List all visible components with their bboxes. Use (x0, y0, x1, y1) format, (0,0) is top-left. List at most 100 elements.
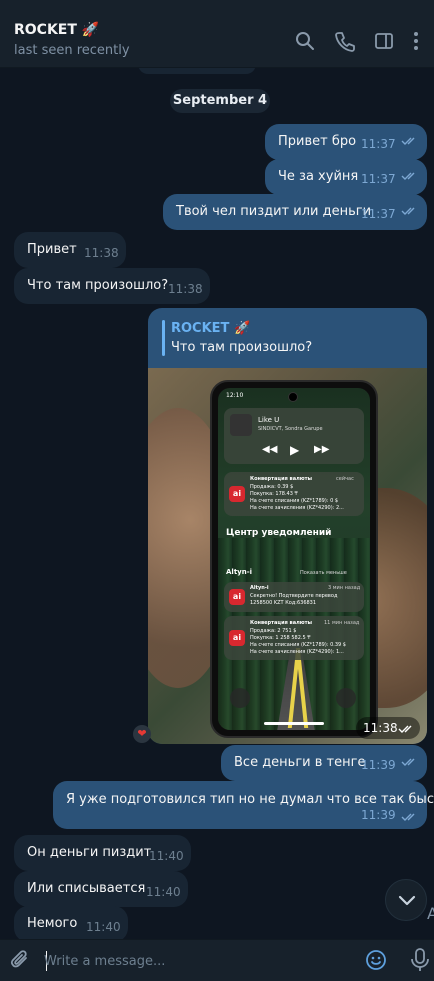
notification-time: сейчас (336, 476, 354, 482)
reply-indicator (162, 320, 165, 356)
message-bubble[interactable]: Че за хуйня 11:37 (265, 159, 427, 195)
message-list[interactable]: September 4 Привет бро 11:37 Че за хуйня… (0, 68, 434, 939)
message-bubble[interactable]: Что там произошло? 11:38 (14, 268, 210, 304)
home-indicator (264, 722, 324, 725)
message-text: Привет бро (278, 134, 357, 149)
message-time: 11:37 (361, 172, 396, 186)
message-bubble[interactable]: Или списывается 11:40 (14, 871, 188, 907)
message-time: 11:37 (361, 207, 396, 221)
message-bubble[interactable]: Привет бро 11:37 (265, 124, 427, 160)
message-input[interactable] (44, 946, 344, 976)
reply-quote[interactable]: Что там произошло? (171, 340, 312, 355)
notification-time: 3 мин назад (328, 585, 361, 591)
message-bubble[interactable]: Привет 11:38 (14, 232, 126, 268)
message-text: Что там произошло? (27, 278, 169, 293)
search-icon[interactable] (294, 30, 316, 52)
notification-line: Покупка: 178.43 ₸ (250, 491, 298, 497)
message-time: 11:39 (361, 808, 396, 822)
notification-card: ai Конвертация валюты 11 мин назад Прода… (224, 616, 364, 660)
app-logo: ai (229, 486, 245, 502)
notification-line: На счете списания (KZ*1789): 0.39 $ (250, 642, 346, 648)
notification-card: ai Конвертация валюты сейчас Продажа: 0.… (224, 472, 364, 516)
message-text: Я уже подготовился тип но не думал что в… (66, 792, 434, 807)
notification-title: Конвертация валюты (250, 620, 313, 626)
message-time: 11:38 (84, 246, 119, 260)
flashlight-icon (230, 688, 250, 708)
paperclip-icon[interactable] (10, 949, 32, 971)
double-check-icon (401, 136, 421, 146)
photo-phone-screen: 12:10 Like U SINDICVT, Sondra Garupe ◀◀ … (218, 388, 370, 730)
message-text: Че за хуйня (278, 169, 359, 184)
previous-message-partial (138, 68, 256, 74)
message-text: Или списывается (27, 881, 146, 896)
message-time: 11:40 (86, 920, 121, 934)
double-check-icon (401, 171, 421, 181)
reply-author[interactable]: ROCKET 🚀 (171, 321, 250, 336)
message-time: 11:40 (149, 849, 184, 863)
heart-reaction[interactable]: ❤ (133, 725, 151, 743)
message-text: Твой чел пиздит или деньги (176, 204, 372, 219)
show-less-button: Показать меньше (300, 570, 347, 576)
notification-line: Продажа: 2 751 $ (250, 628, 297, 634)
notification-time: 11 мин назад (324, 620, 360, 626)
message-text: Он деньги пиздит (27, 845, 152, 860)
more-vertical-icon[interactable] (410, 30, 422, 52)
chevron-down-icon (398, 895, 416, 906)
double-check-icon (401, 757, 421, 767)
play-icon: ▶ (290, 443, 300, 457)
message-time: 11:40 (146, 885, 181, 899)
notification-line: 1258500 KZT Код:636831 (250, 600, 317, 606)
notification-line: На счете зачисления (KZ*4290): 2... (250, 505, 344, 511)
double-check-icon (401, 812, 421, 822)
chat-title[interactable]: ROCKET 🚀 (14, 22, 99, 38)
message-time: 11:37 (361, 137, 396, 151)
message-time: 11:38 (168, 282, 203, 296)
music-title: Like U (258, 416, 280, 424)
app-logo: ai (229, 589, 245, 605)
composer-bar (0, 939, 434, 981)
notification-line: На счете зачисления (KZ*4290): 1... (250, 649, 344, 655)
notification-line: Покупка: 1 258 582.5 ₸ (250, 635, 311, 641)
camera-icon (336, 688, 356, 708)
message-text: Все деньги в тенге (234, 755, 366, 770)
message-text: Немого (27, 916, 78, 931)
rewind-icon: ◀◀ (262, 444, 278, 455)
app-logo: ai (229, 630, 245, 646)
notification-line: Продажа: 0.39 $ (250, 484, 294, 490)
music-widget: Like U SINDICVT, Sondra Garupe ◀◀ ▶ ▶▶ (224, 408, 364, 464)
phone-status-time: 12:10 (226, 392, 244, 399)
photo-message-bubble[interactable]: ROCKET 🚀 Что там произошло? 12:10 Like U (148, 308, 427, 744)
message-bubble[interactable]: Твой чел пиздит или деньги 11:37 (163, 194, 427, 230)
photo-timestamp: 11:38 (356, 717, 420, 739)
message-text: Привет (27, 242, 77, 257)
notification-title: Altyn-i (250, 585, 269, 591)
camera-notch (288, 392, 298, 402)
message-bubble[interactable]: Все деньги в тенге 11:39 (221, 745, 427, 781)
edge-glyph: A (427, 904, 434, 923)
chat-header: ROCKET 🚀 last seen recently (0, 0, 434, 68)
notification-title: Конвертация валюты (250, 476, 313, 482)
photo-phone-device: 12:10 Like U SINDICVT, Sondra Garupe ◀◀ … (210, 380, 378, 738)
album-art (230, 414, 252, 436)
photo-attachment[interactable]: 12:10 Like U SINDICVT, Sondra Garupe ◀◀ … (148, 368, 427, 744)
notification-line: Секретно! Подтвердите перевод (250, 593, 338, 599)
chat-status: last seen recently (14, 43, 130, 58)
notification-card: ai Altyn-i 3 мин назад Секретно! Подтвер… (224, 582, 364, 612)
date-separator: September 4 (170, 89, 270, 113)
notification-center-title: Центр уведомлений (226, 528, 332, 538)
sidebar-toggle-icon[interactable] (373, 30, 395, 52)
emoji-icon[interactable] (364, 948, 388, 972)
forward-icon: ▶▶ (314, 444, 330, 455)
message-bubble[interactable]: Он деньги пиздит 11:40 (14, 835, 191, 871)
message-bubble[interactable]: Я уже подготовился тип но не думал что в… (53, 781, 434, 829)
phone-icon[interactable] (334, 30, 356, 52)
notification-line: На счете списания (KZ*1789): 0 $ (250, 498, 339, 504)
double-check-icon (398, 724, 418, 734)
message-time: 11:39 (361, 758, 396, 772)
message-time: 11:38 (363, 721, 398, 735)
scroll-to-bottom-button[interactable] (385, 879, 427, 921)
message-bubble[interactable]: Немого 11:40 (14, 906, 128, 939)
double-check-icon (401, 206, 421, 216)
music-artist: SINDICVT, Sondra Garupe (258, 426, 323, 432)
microphone-icon[interactable] (408, 947, 432, 973)
